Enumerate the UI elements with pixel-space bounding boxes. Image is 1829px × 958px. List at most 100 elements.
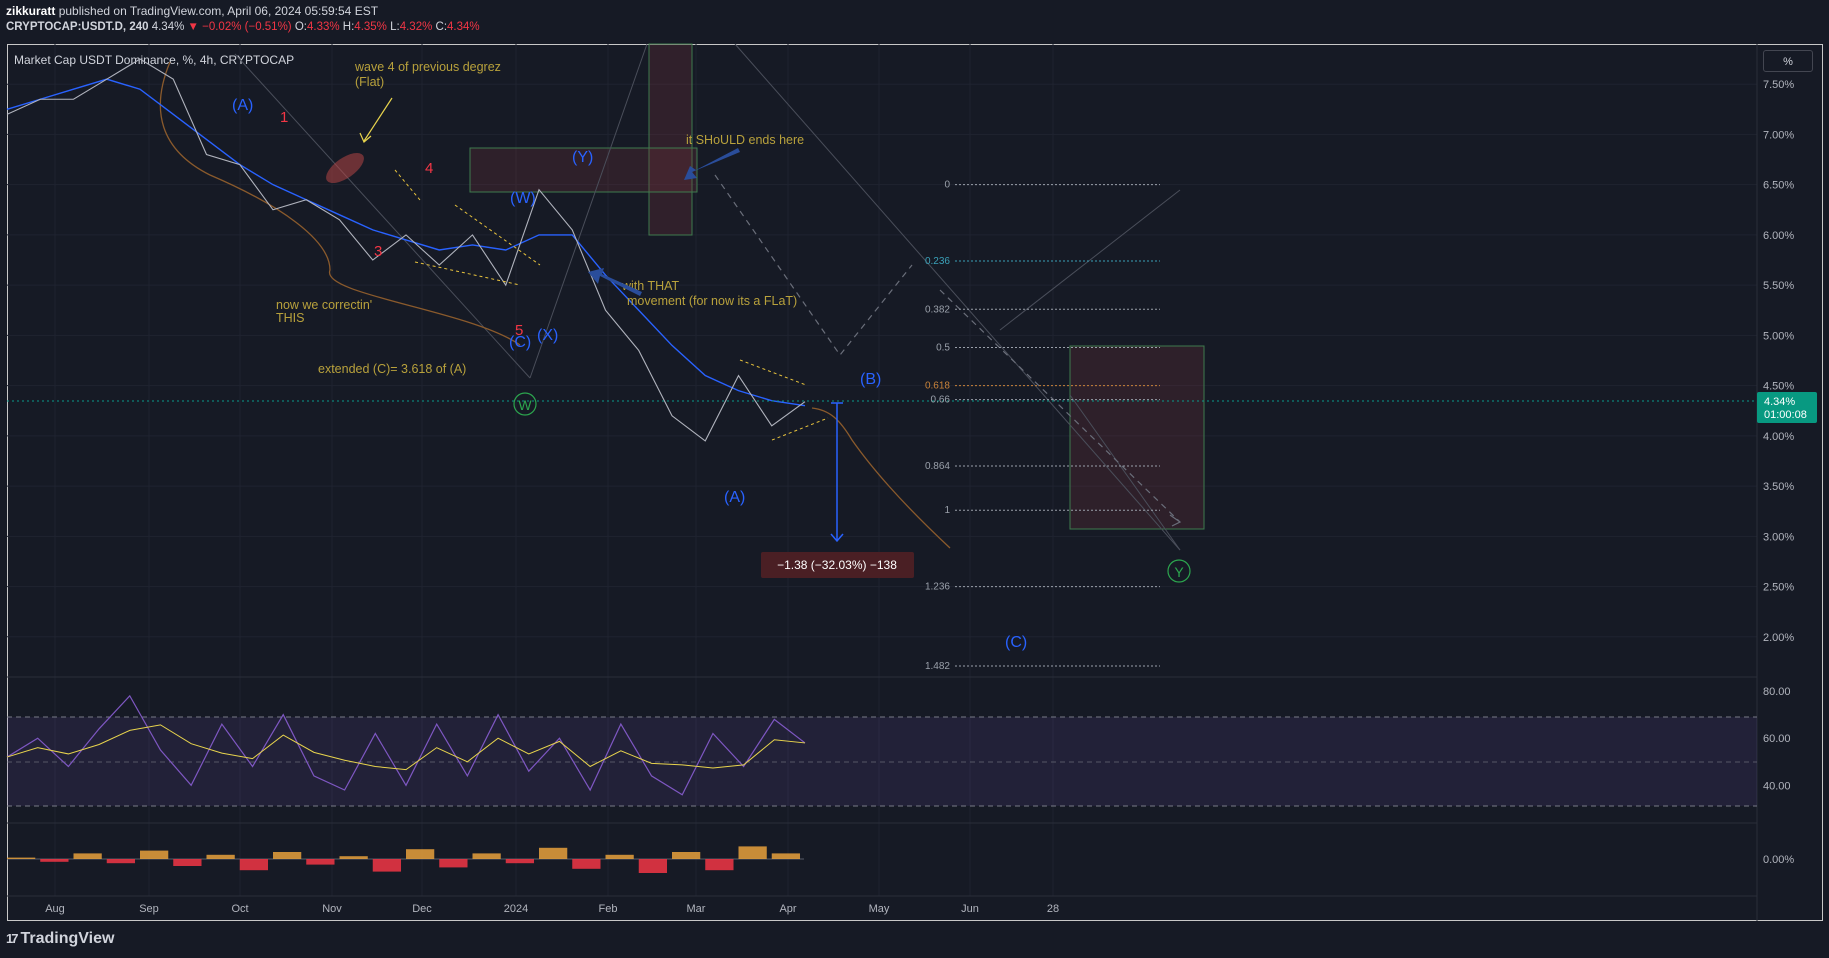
- tradingview-logo[interactable]: 17 TradingView: [6, 930, 114, 948]
- momentum-bar: [638, 859, 668, 873]
- momentum-bar: [539, 847, 568, 859]
- fib-level-label: 0.5: [936, 342, 950, 353]
- momentum-bar: [40, 859, 69, 862]
- time-tick-label: Jun: [961, 903, 979, 915]
- wave-label[interactable]: (Y): [572, 149, 593, 166]
- fib-level-label: 0.236: [925, 256, 950, 267]
- price-tick-label: 2.50%: [1763, 582, 1794, 594]
- wave-label[interactable]: 3: [374, 243, 382, 260]
- price-tick-label: 6.50%: [1763, 180, 1794, 192]
- time-tick-label: Mar: [687, 903, 706, 915]
- fib-level-label: 1: [944, 505, 950, 516]
- rsi-tick-label: 80.00: [1763, 686, 1791, 698]
- momentum-bar: [173, 859, 202, 866]
- rsi-axis: 80.00 60.00 40.00: [1763, 686, 1791, 792]
- momentum-bar: [372, 859, 402, 872]
- wave-label[interactable]: (A): [724, 489, 745, 506]
- momentum-bar: [273, 852, 302, 859]
- time-tick-label: Dec: [412, 903, 432, 915]
- momentum-bar: [771, 853, 801, 859]
- fib-level-label: 1.482: [925, 661, 950, 672]
- flat-marker[interactable]: [321, 147, 369, 189]
- rsi-tick-label: 40.00: [1763, 780, 1791, 792]
- price-tick-label: 6.00%: [1763, 230, 1794, 242]
- wave-label[interactable]: 1: [280, 109, 288, 126]
- price-tick-label: 2.00%: [1763, 632, 1794, 644]
- momentum-bar: [7, 857, 36, 859]
- annotation-should-end[interactable]: it SHoULD ends here: [686, 133, 804, 147]
- trend-line[interactable]: [734, 43, 1181, 551]
- time-tick-label: Apr: [779, 903, 796, 915]
- time-axis[interactable]: Aug Sep Oct Nov Dec 2024 Feb Mar Apr May Jun 28: [45, 903, 1059, 915]
- fib-level-label: 1.236: [925, 582, 950, 593]
- wave-label[interactable]: (A): [232, 97, 253, 114]
- momentum-histogram[interactable]: [7, 846, 801, 873]
- momentum-tick-label: 0.00%: [1763, 854, 1794, 866]
- momentum-bar: [339, 856, 368, 859]
- fib-level-label: 0.66: [931, 395, 951, 406]
- legend-title[interactable]: Market Cap USDT Dominance, %, 4h, CRYPTO…: [14, 53, 294, 67]
- momentum-bar: [406, 849, 435, 859]
- price-tick-label: 5.00%: [1763, 330, 1794, 342]
- time-tick-label: 28: [1047, 903, 1059, 915]
- projection-path[interactable]: [714, 174, 913, 357]
- wave-label[interactable]: (B): [860, 371, 881, 388]
- trend-line[interactable]: [234, 53, 531, 379]
- time-tick-label: Aug: [45, 903, 65, 915]
- fib-level-label: 0: [944, 180, 950, 191]
- momentum-bar: [140, 850, 169, 859]
- annotation-line: movement (for now its a FLaT): [627, 294, 797, 308]
- fib-level-label: 0.618: [925, 381, 950, 392]
- price-tick-label: 7.50%: [1763, 79, 1794, 91]
- percent-scale-button[interactable]: %: [1763, 50, 1813, 72]
- wave-label[interactable]: 4: [425, 160, 433, 177]
- curve-projection[interactable]: [811, 407, 951, 549]
- rsi-tick-label: 60.00: [1763, 733, 1791, 745]
- time-tick-label: 2024: [504, 903, 528, 915]
- momentum-bar: [472, 853, 501, 859]
- wave-label[interactable]: (C): [1005, 634, 1027, 651]
- momentum-bar: [206, 854, 235, 859]
- momentum-bar: [705, 859, 734, 871]
- annotation-line: with THAT: [621, 279, 680, 293]
- momentum-bar: [439, 859, 468, 868]
- wedge-line[interactable]: [771, 417, 829, 441]
- wave-label[interactable]: (W): [510, 190, 536, 207]
- momentum-axis: 0.00%: [1763, 854, 1794, 866]
- time-tick-label: May: [869, 903, 890, 915]
- wave-label: W: [518, 397, 532, 413]
- price-badge-countdown: 01:00:08: [1764, 409, 1807, 421]
- time-tick-label: Oct: [231, 903, 248, 915]
- wave-label: Y: [1174, 564, 1184, 580]
- annotation-line: (Flat): [355, 75, 384, 89]
- chart-canvas[interactable]: Market Cap USDT Dominance, %, 4h, CRYPTO…: [0, 0, 1829, 958]
- annotation-extended[interactable]: extended (C)= 3.618 of (A): [318, 362, 466, 376]
- fib-level-label: 0.864: [925, 461, 950, 472]
- price-tick-label: 4.50%: [1763, 381, 1794, 393]
- price-tick-label: 3.50%: [1763, 481, 1794, 493]
- momentum-bar: [505, 859, 535, 864]
- momentum-bar: [106, 859, 136, 864]
- wave-label[interactable]: (C): [509, 334, 531, 351]
- wave-label[interactable]: (X): [537, 327, 558, 344]
- price-badge-value: 4.34%: [1764, 396, 1795, 408]
- price-tick-label: 5.50%: [1763, 280, 1794, 292]
- annotation-line: now we correctin': [276, 298, 372, 312]
- momentum-bar: [306, 859, 335, 865]
- price-axis[interactable]: 7.50% 7.00% 6.50% 6.00% 5.50% 5.00% 4.50% 4.00%…: [1763, 79, 1794, 644]
- tradingview-logo-icon: 17: [6, 931, 19, 946]
- momentum-bar: [572, 859, 601, 869]
- annotation-correcting[interactable]: now we correctin' THIS: [276, 298, 376, 325]
- time-tick-label: Feb: [599, 903, 618, 915]
- momentum-bar: [672, 852, 701, 859]
- fib-level-label: 0.382: [925, 304, 950, 315]
- price-tick-label: 4.00%: [1763, 431, 1794, 443]
- annotation-line: wave 4 of previous degrez: [354, 60, 501, 74]
- momentum-bar: [73, 853, 102, 859]
- wedge-line[interactable]: [739, 359, 807, 386]
- annotation-movement[interactable]: with THAT movement (for now its a FLaT): [621, 279, 797, 308]
- momentum-bar: [605, 854, 634, 859]
- price-tick-label: 7.00%: [1763, 129, 1794, 141]
- wedge-line[interactable]: [414, 261, 521, 286]
- time-tick-label: Nov: [322, 903, 342, 915]
